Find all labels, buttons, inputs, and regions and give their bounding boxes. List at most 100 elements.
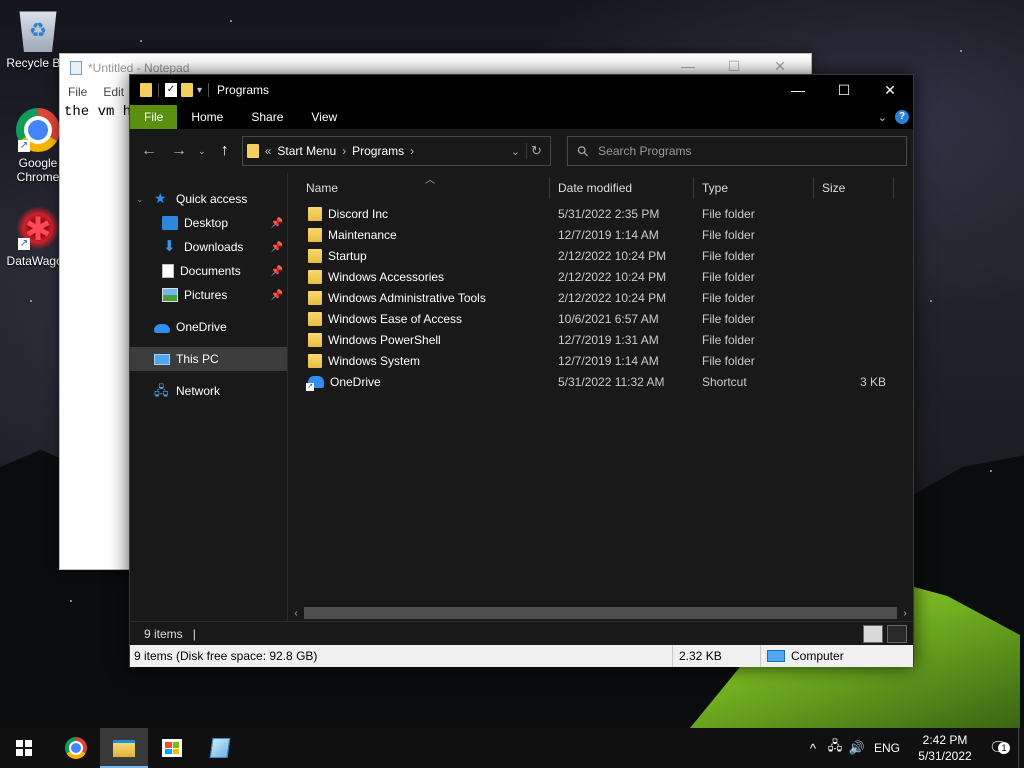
file-row[interactable]: Windows Administrative Tools 2/12/2022 10… (288, 287, 913, 308)
file-name: Startup (328, 248, 367, 263)
start-button[interactable] (0, 728, 48, 768)
nav-item-pictures[interactable]: Pictures 📌 (130, 283, 287, 307)
explorer-titlebar[interactable]: ✓ ▾ Programs — ☐ ✕ (130, 75, 913, 105)
tab-view[interactable]: View (297, 105, 351, 129)
breadcrumb-separator-icon[interactable]: › (342, 144, 346, 158)
scrollbar-thumb[interactable] (304, 607, 897, 619)
search-box[interactable]: ⚲ Search Programs (566, 136, 907, 166)
volume-icon[interactable]: 🔊 (846, 740, 868, 756)
file-row[interactable]: Windows Ease of Access 10/6/2021 6:57 AM F… (288, 308, 913, 329)
file-explorer-window[interactable]: ✓ ▾ Programs — ☐ ✕ File Home Share View … (129, 74, 914, 667)
menu-edit[interactable]: Edit (95, 85, 132, 99)
folder-icon (308, 269, 322, 284)
nav-item-quick-access[interactable]: ⌄ Quick access (130, 187, 287, 211)
nav-item-onedrive[interactable]: OneDrive (130, 315, 287, 339)
pin-icon: 📌 (270, 217, 283, 229)
minimize-icon[interactable]: — (665, 58, 711, 75)
column-type[interactable]: Type (694, 177, 814, 199)
forward-arrow-icon[interactable]: → (166, 138, 192, 164)
taskbar: ^ 🖧 🔊 ENG 2:42 PM 5/31/2022 🗨 1 (0, 728, 1024, 768)
nav-item-network[interactable]: Network (130, 379, 287, 404)
column-name[interactable]: Name (288, 177, 550, 199)
file-row[interactable]: Windows Accessories 2/12/2022 10:24 PM Fil… (288, 266, 913, 287)
file-name-cell: Discord Inc (288, 206, 550, 221)
search-icon: ⚲ (573, 141, 592, 160)
scroll-left-icon[interactable]: ‹ (288, 608, 304, 619)
nav-item-documents[interactable]: Documents 📌 (130, 259, 287, 283)
input-language[interactable]: ENG (868, 741, 910, 755)
clock[interactable]: 2:42 PM 5/31/2022 (910, 732, 980, 764)
quick-access-toolbar: ✓ ▾ (130, 83, 211, 97)
file-row[interactable]: Windows System 12/7/2019 1:14 AM File fold… (288, 350, 913, 371)
computer-icon (767, 650, 785, 662)
details-view-icon[interactable] (863, 625, 883, 643)
horizontal-scrollbar[interactable]: ‹ › (288, 605, 913, 621)
onedrive-shortcut-icon (306, 375, 324, 391)
file-row[interactable]: Maintenance 12/7/2019 1:14 AM File folder (288, 224, 913, 245)
properties-icon[interactable]: ✓ (165, 83, 177, 97)
file-row[interactable]: Discord Inc 5/31/2022 2:35 PM File folder (288, 203, 913, 224)
nav-item-this-pc[interactable]: This PC (130, 347, 287, 371)
folder-icon (308, 353, 322, 368)
back-arrow-icon[interactable]: ← (136, 138, 162, 164)
maximize-icon[interactable]: ☐ (711, 58, 757, 75)
up-arrow-icon[interactable]: ↑ (212, 138, 238, 164)
cloud-icon (154, 324, 170, 333)
refresh-icon[interactable]: ↻ (525, 143, 546, 159)
expand-chevron-icon[interactable]: ⌄ (136, 194, 148, 205)
scroll-right-icon[interactable]: › (897, 608, 913, 619)
large-icons-view-icon[interactable] (887, 625, 907, 643)
breadcrumb-start-menu[interactable]: Start Menu (277, 144, 336, 158)
address-dropdown-chevron-icon[interactable]: ⌄ (511, 145, 520, 158)
search-placeholder: Search Programs (598, 144, 692, 158)
action-center-button[interactable]: 🗨 1 (980, 738, 1018, 758)
file-type: File folder (702, 227, 755, 242)
close-icon[interactable]: ✕ (867, 75, 913, 105)
breadcrumb-separator-icon[interactable]: › (410, 144, 414, 158)
nav-label: Network (176, 384, 221, 398)
address-bar[interactable]: « Start Menu › Programs › ⌄ ↻ (241, 136, 551, 166)
minimize-icon[interactable]: — (775, 75, 821, 105)
tab-file[interactable]: File (130, 105, 178, 129)
selection-size: 2.32 KB (673, 645, 761, 667)
file-type: File folder (702, 311, 755, 326)
show-hidden-icons-chevron-icon[interactable]: ^ (802, 741, 824, 756)
folder-icon (308, 290, 322, 305)
file-row[interactable]: OneDrive 5/31/2022 11:32 AM Shortcut 3 KB (288, 371, 913, 392)
maximize-icon[interactable]: ☐ (821, 75, 867, 105)
column-headers: ︿ Name Date modified Type Size (288, 173, 913, 203)
file-list-pane[interactable]: ︿ Name Date modified Type Size Discord I… (288, 173, 913, 621)
expand-ribbon-chevron-icon[interactable]: ⌄ (878, 111, 887, 124)
network-status-icon[interactable]: 🖧 (824, 737, 846, 759)
folder-icon (308, 332, 322, 347)
column-size[interactable]: Size (814, 177, 894, 199)
show-desktop-button[interactable] (1018, 728, 1024, 768)
new-folder-icon[interactable] (181, 83, 193, 97)
file-rows: Discord Inc 5/31/2022 2:35 PM File folder M… (288, 203, 913, 392)
nav-label: Documents (180, 264, 241, 278)
download-icon (162, 237, 178, 255)
recycle-bin-icon (19, 11, 57, 52)
help-icon[interactable]: ? (895, 110, 909, 124)
file-date: 10/6/2021 6:57 AM (558, 311, 659, 326)
computer-icon (154, 353, 170, 365)
nav-item-desktop[interactable]: Desktop 📌 (130, 211, 287, 235)
folder-icon (308, 206, 322, 221)
column-date-modified[interactable]: Date modified (550, 177, 694, 199)
breadcrumb-overflow[interactable]: « (265, 144, 272, 158)
close-icon[interactable]: ✕ (757, 58, 803, 75)
file-row[interactable]: Startup 2/12/2022 10:24 PM File folder (288, 245, 913, 266)
breadcrumb-programs[interactable]: Programs (352, 144, 404, 158)
pin-icon: 📌 (270, 265, 283, 277)
recent-locations-chevron-icon[interactable]: ⌄ (196, 138, 208, 164)
tab-share[interactable]: Share (237, 105, 297, 129)
nav-item-downloads[interactable]: Downloads 📌 (130, 235, 287, 259)
taskbar-notepad[interactable] (196, 728, 244, 768)
taskbar-chrome[interactable] (52, 728, 100, 768)
taskbar-microsoft-store[interactable] (148, 728, 196, 768)
taskbar-file-explorer[interactable] (100, 728, 148, 768)
customize-toolbar-chevron-icon[interactable]: ▾ (197, 85, 202, 96)
tab-home[interactable]: Home (177, 105, 237, 129)
menu-file[interactable]: File (60, 85, 95, 99)
file-row[interactable]: Windows PowerShell 12/7/2019 1:31 AM File … (288, 329, 913, 350)
